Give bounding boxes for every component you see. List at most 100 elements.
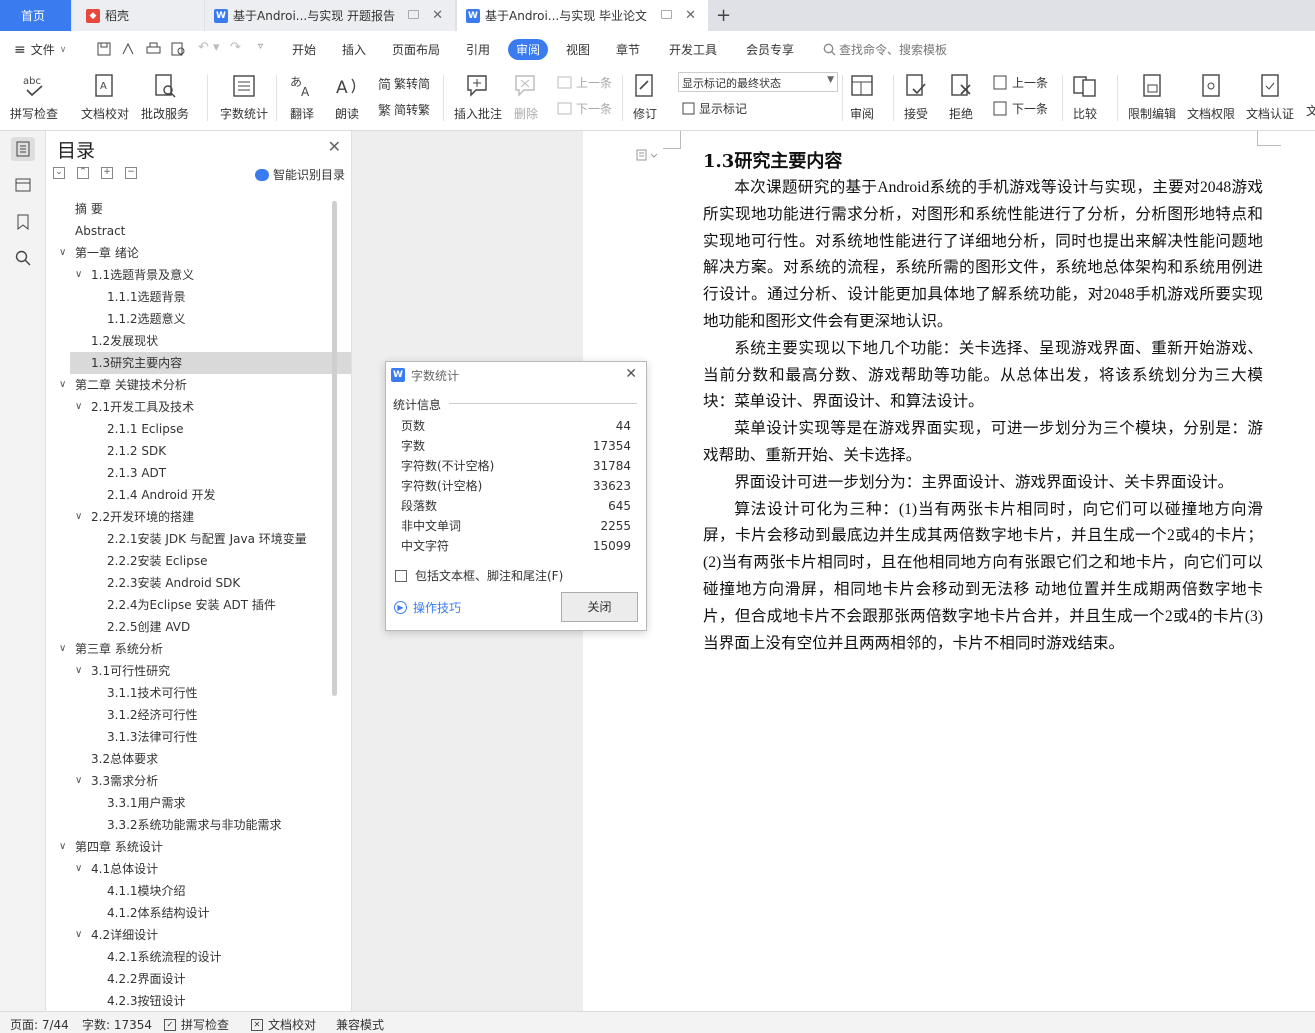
collapse-all-icon[interactable]: ⌃ bbox=[77, 167, 89, 179]
menu-page-layout[interactable]: 页面布局 bbox=[392, 41, 440, 58]
toc-item[interactable]: 4.2.2界面设计 bbox=[46, 968, 346, 990]
tab-window-icon[interactable] bbox=[408, 10, 419, 19]
toc-item[interactable]: 4.1.1模块介绍 bbox=[46, 880, 346, 902]
tab-close-icon[interactable]: ✕ bbox=[432, 8, 443, 23]
markup-state-select[interactable]: 显示标记的最终状态 ▼ bbox=[678, 72, 838, 92]
toc-item[interactable]: ∨ 4.2详细设计 bbox=[46, 924, 346, 946]
chevron-down-icon[interactable]: ∨ bbox=[59, 638, 66, 660]
toc-item[interactable]: 1.1.2选题意义 bbox=[46, 308, 346, 330]
toc-item[interactable]: 3.3.2系统功能需求与非功能需求 bbox=[46, 814, 346, 836]
restrict-edit-button[interactable]: 限制编辑 bbox=[1128, 73, 1176, 122]
toc-item[interactable]: ∨ 2.1开发工具及技术 bbox=[46, 396, 346, 418]
batch-service-button[interactable]: 批改服务 bbox=[141, 73, 189, 122]
trad-to-simp-button[interactable]: 繁 简转繁 bbox=[378, 100, 430, 119]
add-heading-icon[interactable]: + bbox=[101, 167, 113, 179]
new-tab-button[interactable]: + bbox=[716, 5, 731, 26]
chevron-down-icon[interactable]: ∨ bbox=[75, 396, 82, 418]
tab-proposal-report[interactable]: W 基于Androi...与实现 开题报告 ✕ bbox=[205, 0, 455, 31]
save-icon[interactable] bbox=[97, 42, 111, 56]
toc-item[interactable]: 3.3.1用户需求 bbox=[46, 792, 346, 814]
tab-home[interactable]: 首页 bbox=[0, 0, 71, 31]
review-pane-button[interactable]: 审阅 bbox=[849, 73, 875, 122]
chevron-down-icon[interactable]: ∨ bbox=[75, 924, 82, 946]
read-aloud-button[interactable]: A 朗读 bbox=[334, 73, 360, 122]
undo-icon[interactable]: ↶ ▾ bbox=[198, 40, 220, 55]
toc-item[interactable]: ∨ 4.1总体设计 bbox=[46, 858, 346, 880]
print-icon[interactable] bbox=[146, 42, 161, 56]
menu-chapter[interactable]: 章节 bbox=[616, 41, 640, 58]
spell-check-status[interactable]: ✓ 拼写检查 bbox=[164, 1016, 229, 1033]
quick-access-more-icon[interactable]: ▿ bbox=[258, 41, 263, 52]
toc-item[interactable]: ∨ 2.2开发环境的搭建 bbox=[46, 506, 346, 528]
compare-button[interactable]: 比较 bbox=[1072, 73, 1098, 122]
toc-item[interactable]: ∨ 3.3需求分析 bbox=[46, 770, 346, 792]
bookmark-icon[interactable] bbox=[11, 210, 35, 234]
toc-pane-icon[interactable] bbox=[11, 137, 35, 161]
toc-item[interactable]: 3.1.1技术可行性 bbox=[46, 682, 346, 704]
toc-item[interactable]: 4.1.2体系结构设计 bbox=[46, 902, 346, 924]
chevron-down-icon[interactable]: ∨ bbox=[59, 836, 66, 858]
chevron-down-icon[interactable]: ∨ bbox=[75, 858, 82, 880]
word-count-indicator[interactable]: 字数: 17354 bbox=[82, 1016, 152, 1033]
close-button[interactable]: 关闭 bbox=[561, 592, 638, 622]
export-icon[interactable] bbox=[121, 42, 135, 56]
print-preview-icon[interactable] bbox=[171, 42, 186, 56]
doc-proof-button[interactable]: A 文档校对 bbox=[81, 73, 129, 122]
toc-item[interactable]: 3.1.3法律可行性 bbox=[46, 726, 346, 748]
toc-item[interactable]: ∨ 3.1可行性研究 bbox=[46, 660, 346, 682]
toc-item[interactable]: ∨ 1.1选题背景及意义 bbox=[46, 264, 346, 286]
tab-daoke[interactable]: ◆ 稻壳 bbox=[72, 0, 204, 31]
menu-start[interactable]: 开始 bbox=[292, 41, 316, 58]
toc-item[interactable]: 2.2.1安装 JDK 与配置 Java 环境变量 bbox=[46, 528, 346, 550]
chapter-nav-icon[interactable] bbox=[11, 173, 35, 197]
toc-scrollbar[interactable] bbox=[332, 201, 337, 696]
toc-item[interactable]: 1.2发展现状 bbox=[46, 330, 346, 352]
smart-toc-button[interactable]: 智能识别目录 bbox=[254, 166, 345, 183]
tab-window-icon[interactable] bbox=[661, 10, 672, 19]
close-icon[interactable]: ✕ bbox=[328, 137, 341, 156]
toc-item[interactable]: Abstract bbox=[46, 220, 346, 242]
chevron-down-icon[interactable]: ∨ bbox=[75, 264, 82, 286]
accept-button[interactable]: 接受 bbox=[903, 73, 929, 122]
toc-item[interactable]: 2.2.2安装 Eclipse bbox=[46, 550, 346, 572]
doc-proof-status[interactable]: ✕ 文档校对 bbox=[251, 1016, 316, 1033]
menu-member[interactable]: 会员专享 bbox=[746, 41, 794, 58]
toc-item[interactable]: 4.2.3按钮设计 bbox=[46, 990, 346, 1011]
insert-comment-button[interactable]: 插入批注 bbox=[454, 73, 502, 122]
next-change-button[interactable]: 下一条 bbox=[993, 100, 1048, 117]
spell-check-button[interactable]: abc 拼写检查 bbox=[10, 73, 58, 122]
dialog-titlebar[interactable]: W 字数统计 bbox=[386, 362, 646, 388]
toc-item[interactable]: 3.1.2经济可行性 bbox=[46, 704, 346, 726]
toc-item[interactable]: ∨ 第四章 系统设计 bbox=[46, 836, 346, 858]
tab-close-icon[interactable]: ✕ bbox=[685, 8, 696, 23]
chevron-down-icon[interactable]: ∨ bbox=[75, 506, 82, 528]
expand-all-icon[interactable]: ⌄ bbox=[53, 167, 65, 179]
doc-permission-button[interactable]: 文档权限 bbox=[1187, 73, 1235, 122]
track-changes-button[interactable]: 修订 bbox=[632, 73, 658, 122]
file-menu[interactable]: ≡ 文件 ∨ bbox=[14, 41, 66, 58]
menu-review[interactable]: 审阅 bbox=[508, 39, 549, 60]
tips-link[interactable]: ▶ 操作技巧 bbox=[394, 599, 461, 616]
toc-item[interactable]: 2.2.3安装 Android SDK bbox=[46, 572, 346, 594]
chevron-down-icon[interactable]: ∨ bbox=[59, 374, 66, 396]
include-textbox-checkbox[interactable]: 包括文本框、脚注和尾注(F) bbox=[395, 567, 563, 584]
paragraph-options-icon[interactable] bbox=[636, 149, 658, 161]
chevron-down-icon[interactable]: ∨ bbox=[75, 770, 82, 792]
checkbox-box[interactable] bbox=[395, 569, 407, 582]
tab-thesis[interactable]: W 基于Androi...与实现 毕业论文 ✕ bbox=[457, 0, 708, 31]
command-search[interactable]: 查找命令、搜索模板 bbox=[823, 41, 947, 58]
toc-item[interactable]: 1.1.1选题背景 bbox=[46, 286, 346, 308]
ribbon-overflow-item[interactable]: 文 bbox=[1306, 102, 1315, 119]
next-comment-button[interactable]: 下一条 bbox=[557, 100, 612, 117]
menu-reference[interactable]: 引用 bbox=[466, 41, 490, 58]
prev-change-button[interactable]: 上一条 bbox=[993, 74, 1048, 91]
simp-to-trad-button[interactable]: 简 繁转简 bbox=[378, 74, 430, 93]
translate-button[interactable]: あA 翻译 bbox=[289, 73, 315, 122]
toc-item[interactable]: 2.1.3 ADT bbox=[46, 462, 346, 484]
toc-item[interactable]: 4.2.1系统流程的设计 bbox=[46, 946, 346, 968]
redo-icon[interactable]: ↷ bbox=[230, 40, 241, 55]
toc-item[interactable]: 摘 要 bbox=[46, 198, 346, 220]
doc-cert-button[interactable]: 文档认证 bbox=[1246, 73, 1294, 122]
remove-heading-icon[interactable]: − bbox=[125, 167, 137, 179]
chevron-down-icon[interactable]: ∨ bbox=[59, 242, 66, 264]
